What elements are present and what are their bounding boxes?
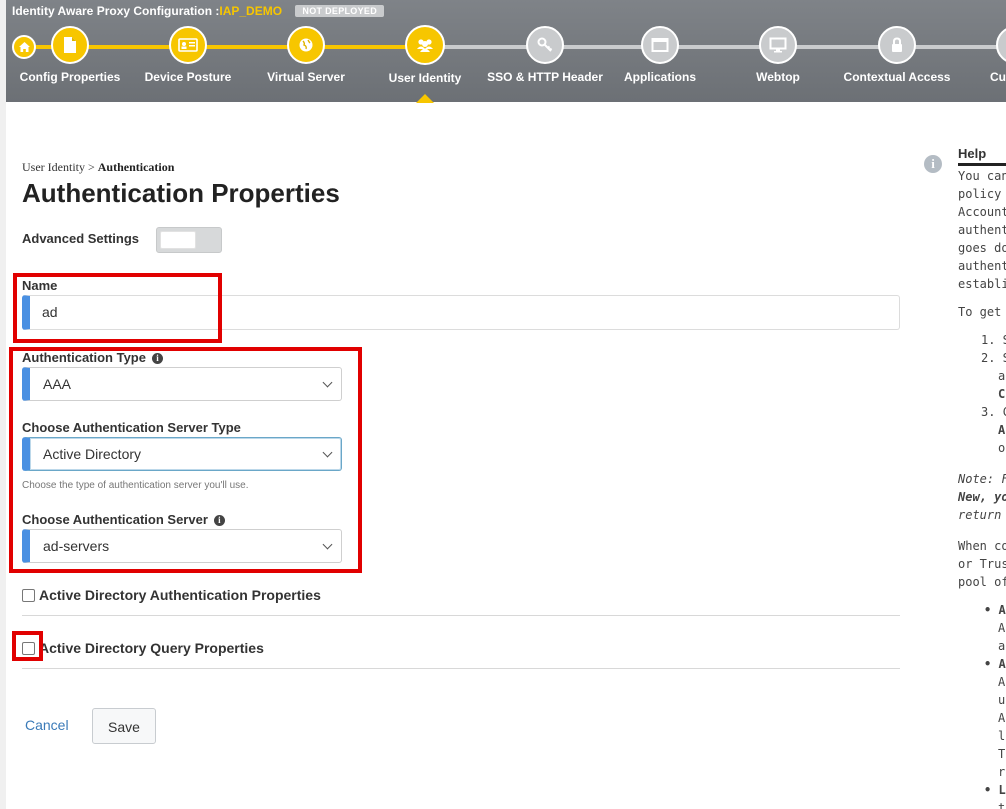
help-text-line: or Truste	[958, 557, 1006, 571]
monitor-icon	[769, 37, 787, 53]
help-text-line: goes dov	[958, 241, 1006, 255]
page-title: Authentication Properties	[22, 178, 340, 208]
breadcrumb-current: Authentication	[97, 160, 175, 174]
help-text-line: • L	[984, 783, 1006, 797]
ad-auth-properties-checkbox[interactable]	[22, 588, 35, 602]
help-text-line: T	[998, 747, 1006, 761]
wizard-step-label: Applications	[623, 70, 696, 84]
wizard-step-contextual-access[interactable]: Contextual Access	[837, 26, 957, 84]
help-text-line: Note: Fo	[958, 472, 1006, 486]
wizard-header: Identity Aware Proxy Configuration :IAP_…	[6, 0, 1006, 102]
left-rail	[0, 0, 6, 809]
help-text-line: You can	[958, 169, 1006, 183]
breadcrumb: User Identity > Authentication	[22, 160, 174, 175]
help-text-line: o	[998, 441, 1006, 455]
lock-icon	[892, 37, 902, 52]
help-text-line: pool of s	[958, 575, 1006, 589]
wizard-step-webtop[interactable]: Webtop	[718, 26, 838, 84]
help-text-line: A	[998, 711, 1006, 725]
highlight-query-checkbox	[12, 631, 43, 661]
ad-auth-properties-row: Active Directory Authentication Properti…	[22, 587, 321, 603]
help-panel: Help You can policy us Account authenti …	[958, 146, 1006, 809]
breadcrumb-parent[interactable]: User Identity	[22, 160, 85, 174]
status-badge: NOT DEPLOYED	[295, 4, 384, 17]
save-button[interactable]: Save	[92, 708, 156, 744]
highlight-auth-fields	[9, 347, 362, 573]
info-icon[interactable]: i	[924, 155, 942, 173]
wizard-step-sso-http-header[interactable]: SSO & HTTP Header	[485, 26, 605, 84]
header-title-row: Identity Aware Proxy Configuration :IAP_…	[12, 3, 384, 19]
wizard-step-label: Custo	[990, 70, 1006, 84]
id-card-icon	[178, 38, 198, 52]
key-icon	[537, 37, 553, 52]
users-icon	[417, 39, 433, 52]
wizard-step-label: User Identity	[388, 71, 462, 85]
help-text-line: To get st	[958, 305, 1006, 319]
help-text-line: a	[998, 639, 1006, 653]
help-text-line: return to	[958, 508, 1006, 522]
divider	[22, 615, 900, 616]
help-text-line: li	[998, 729, 1006, 743]
window-icon	[651, 38, 669, 52]
wizard-step-virtual-server[interactable]: Virtual Server	[246, 26, 366, 84]
cancel-link[interactable]: Cancel	[25, 717, 69, 733]
help-text-line: • A	[984, 603, 1006, 617]
active-step-pointer	[416, 94, 434, 103]
wizard-step-label: Config Properties	[19, 70, 121, 84]
help-text-line: 3. C	[981, 405, 1006, 419]
help-text-line: re	[998, 765, 1006, 779]
globe-icon	[299, 38, 313, 52]
toggle-knob	[160, 231, 196, 249]
wizard-step-user-identity[interactable]: User Identity	[365, 25, 485, 85]
help-text-line: 2. S	[981, 351, 1006, 365]
wizard-step-config-properties[interactable]: Config Properties	[10, 26, 130, 84]
help-text-line: establish	[958, 277, 1006, 291]
wizard-step-label: Device Posture	[144, 70, 232, 84]
wizard-step-label: Webtop	[756, 70, 800, 84]
wizard-step-applications[interactable]: Applications	[600, 26, 720, 84]
help-text-line: A	[998, 621, 1006, 635]
wizard-step-device-posture[interactable]: Device Posture	[128, 26, 248, 84]
wizard-step-label: Virtual Server	[267, 70, 345, 84]
help-text-line: C	[998, 387, 1006, 401]
help-text-line: 1. S	[981, 333, 1006, 347]
document-icon	[64, 37, 76, 53]
help-text-line: • A	[984, 657, 1006, 671]
header-title: Identity Aware Proxy Configuration :	[12, 3, 220, 18]
help-text-line: u	[998, 693, 1006, 707]
ad-query-properties-row: Active Directory Query Properties	[22, 640, 264, 656]
advanced-settings-label: Advanced Settings	[22, 231, 140, 246]
help-text-line: policy us	[958, 187, 1006, 201]
divider	[22, 668, 900, 669]
wizard-step-label: Contextual Access	[843, 70, 951, 84]
help-text-line: authenti	[958, 259, 1006, 273]
help-title: Help	[958, 146, 1006, 166]
help-text-line: t	[998, 801, 1006, 809]
wizard-step-customization[interactable]: Custo	[990, 26, 1006, 84]
highlight-name-field	[13, 273, 222, 343]
breadcrumb-separator: >	[84, 160, 98, 174]
wizard-step-label: SSO & HTTP Header	[487, 70, 603, 84]
help-text-line: When co	[958, 539, 1006, 553]
advanced-settings-toggle[interactable]	[156, 227, 222, 253]
help-text-line: Account	[958, 205, 1006, 219]
policy-name: IAP_DEMO	[219, 3, 283, 18]
help-text-line: A	[998, 423, 1006, 437]
help-text-line: authenti	[958, 223, 1006, 237]
ad-auth-properties-label[interactable]: Active Directory Authentication Properti…	[39, 587, 321, 603]
help-text-line: New, yo	[958, 490, 1006, 504]
help-text-line: A	[998, 675, 1006, 689]
help-text-line: a	[998, 369, 1006, 383]
ad-query-properties-label[interactable]: Active Directory Query Properties	[39, 640, 264, 656]
